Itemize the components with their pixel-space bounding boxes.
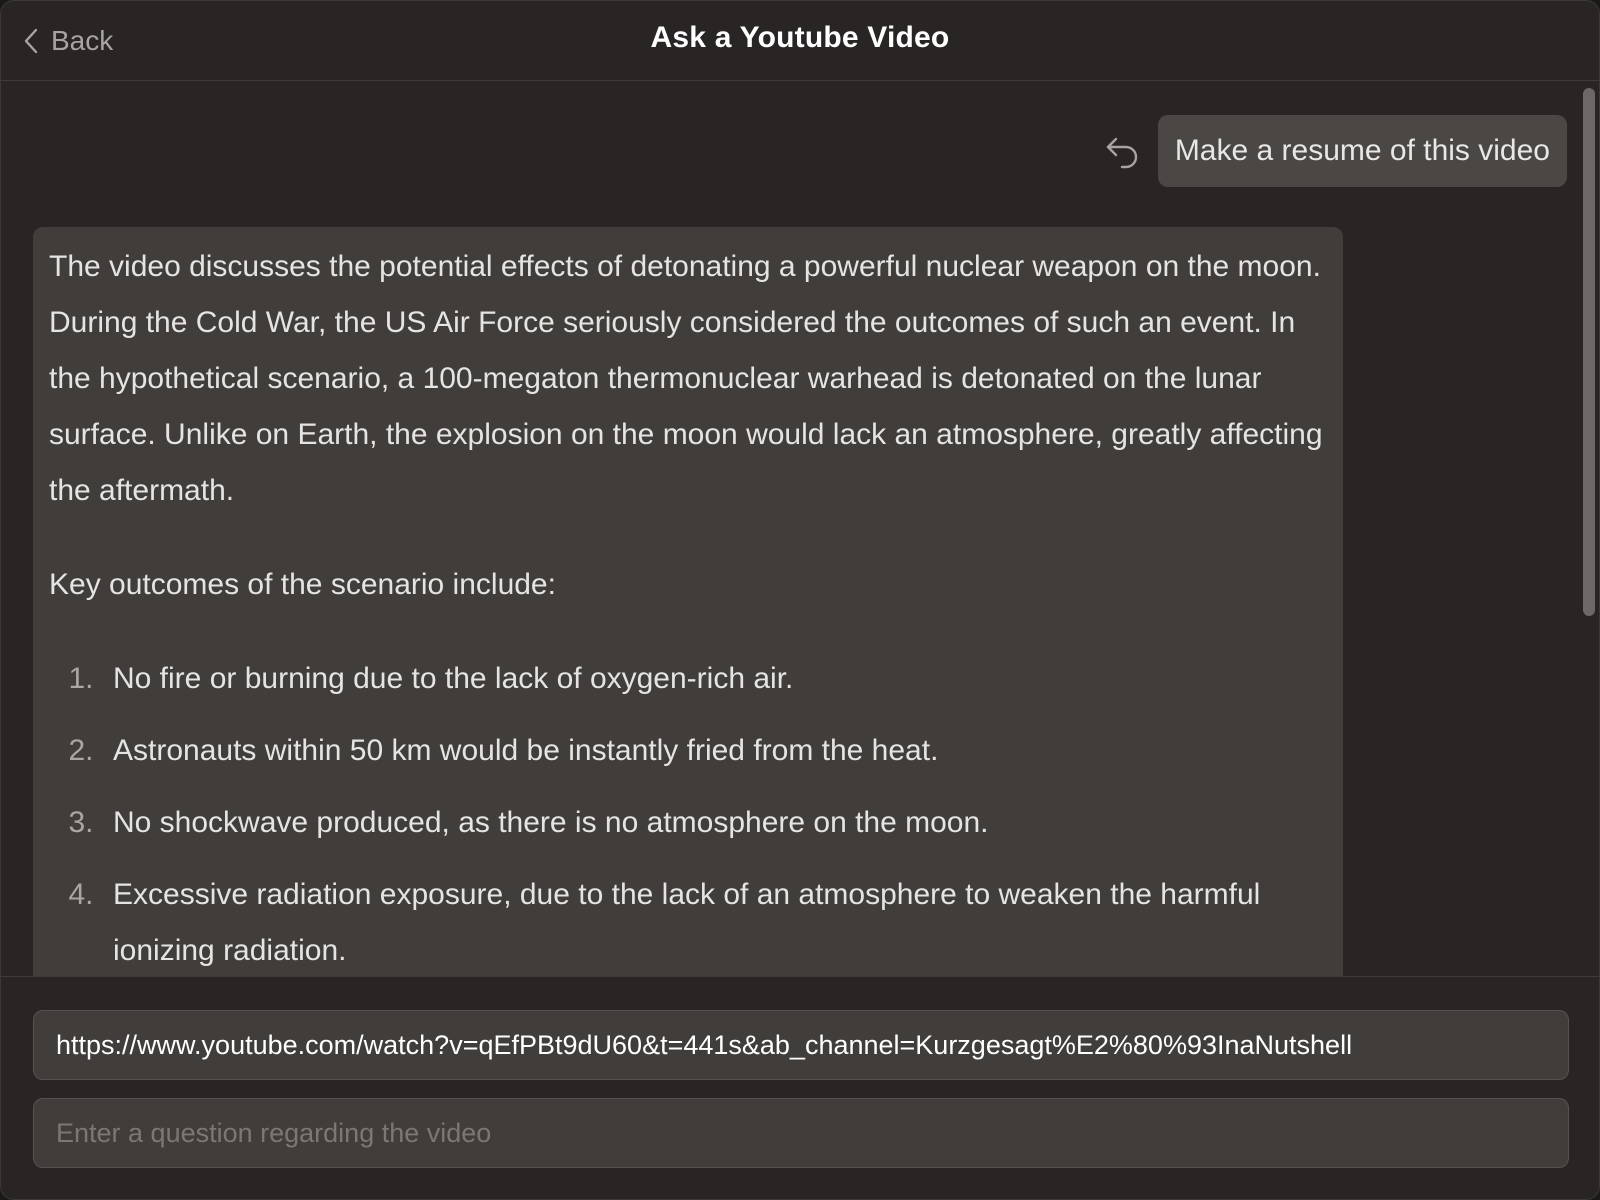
list-item: 4. Excessive radiation exposure, due to … <box>49 867 1327 976</box>
app-window: Back Ask a Youtube Video Make a resume o… <box>0 0 1600 1200</box>
reply-intro-text: The video discusses the potential effect… <box>49 250 1323 507</box>
user-message-row: Make a resume of this video <box>1104 115 1567 187</box>
list-item-text: Astronauts within 50 km would be instant… <box>113 734 939 767</box>
list-item: 1. No fire or burning due to the lack of… <box>49 651 1327 707</box>
assistant-reply-bubble: The video discusses the potential effect… <box>33 227 1343 976</box>
undo-arrow-icon[interactable] <box>1104 133 1140 169</box>
list-item-number: 2. <box>68 734 94 767</box>
reply-lead-text: Key outcomes of the scenario include: <box>49 568 556 601</box>
chat-scrollbar[interactable] <box>1583 88 1595 616</box>
list-item-text: No fire or burning due to the lack of ox… <box>113 662 794 695</box>
question-input[interactable] <box>33 1098 1569 1168</box>
input-footer <box>1 976 1599 1199</box>
list-item: 2. Astronauts within 50 km would be inst… <box>49 723 1327 779</box>
list-item-number: 4. <box>68 878 94 911</box>
outcomes-list: 1. No fire or burning due to the lack of… <box>49 651 1327 976</box>
list-item-text: Excessive radiation exposure, due to the… <box>113 878 1261 967</box>
list-item: 3. No shockwave produced, as there is no… <box>49 795 1327 851</box>
list-item-number: 1. <box>68 662 94 695</box>
video-url-input[interactable] <box>33 1010 1569 1080</box>
list-item-text: No shockwave produced, as there is no at… <box>113 806 989 839</box>
page-title: Ask a Youtube Video <box>650 21 950 54</box>
chat-area[interactable]: Make a resume of this video The video di… <box>1 82 1599 976</box>
user-message-bubble: Make a resume of this video <box>1157 115 1567 187</box>
header-bar: Back Ask a Youtube Video <box>1 1 1599 81</box>
list-item-number: 3. <box>68 806 94 839</box>
